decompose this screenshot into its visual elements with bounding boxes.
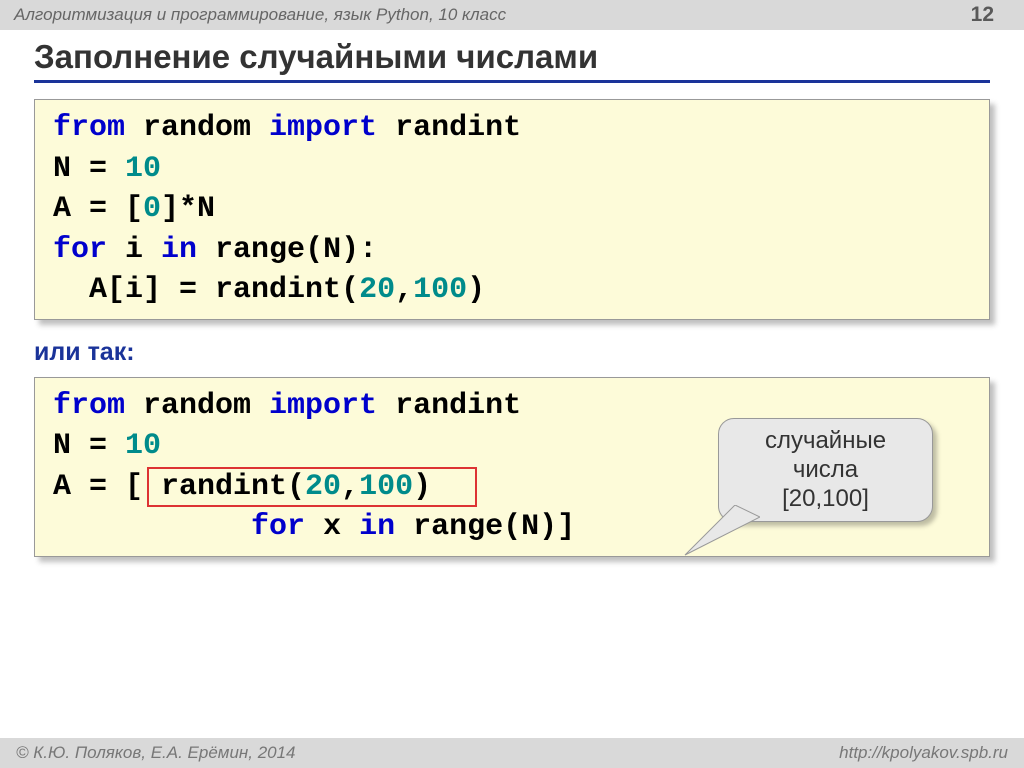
code1-line1: from random import randint [53, 108, 971, 149]
page-number: 12 [971, 3, 994, 27]
footer-bar: © К.Ю. Поляков, Е.А. Ерёмин, 2014 http:/… [0, 738, 1024, 768]
code-block-1: from random import randint N = 10 A = [0… [34, 99, 990, 320]
header-bar: Алгоритмизация и программирование, язык … [0, 0, 1024, 30]
code1-line4: for i in range(N): [53, 230, 971, 271]
footer-right: http://kpolyakov.spb.ru [839, 743, 1008, 763]
callout-line3: [20,100] [741, 485, 910, 514]
code1-line2: N = 10 [53, 149, 971, 190]
callout-line2: числа [741, 456, 910, 485]
between-label: или так: [34, 338, 990, 367]
page-title: Заполнение случайными числами [34, 38, 990, 83]
code1-line5: A[i] = randint(20,100) [53, 270, 971, 311]
callout-line1: случайные [741, 427, 910, 456]
code1-line3: A = [0]*N [53, 189, 971, 230]
footer-left: © К.Ю. Поляков, Е.А. Ерёмин, 2014 [16, 743, 296, 763]
callout-tail-icon [680, 505, 760, 565]
breadcrumb: Алгоритмизация и программирование, язык … [14, 5, 506, 25]
highlight-rect [147, 467, 477, 507]
